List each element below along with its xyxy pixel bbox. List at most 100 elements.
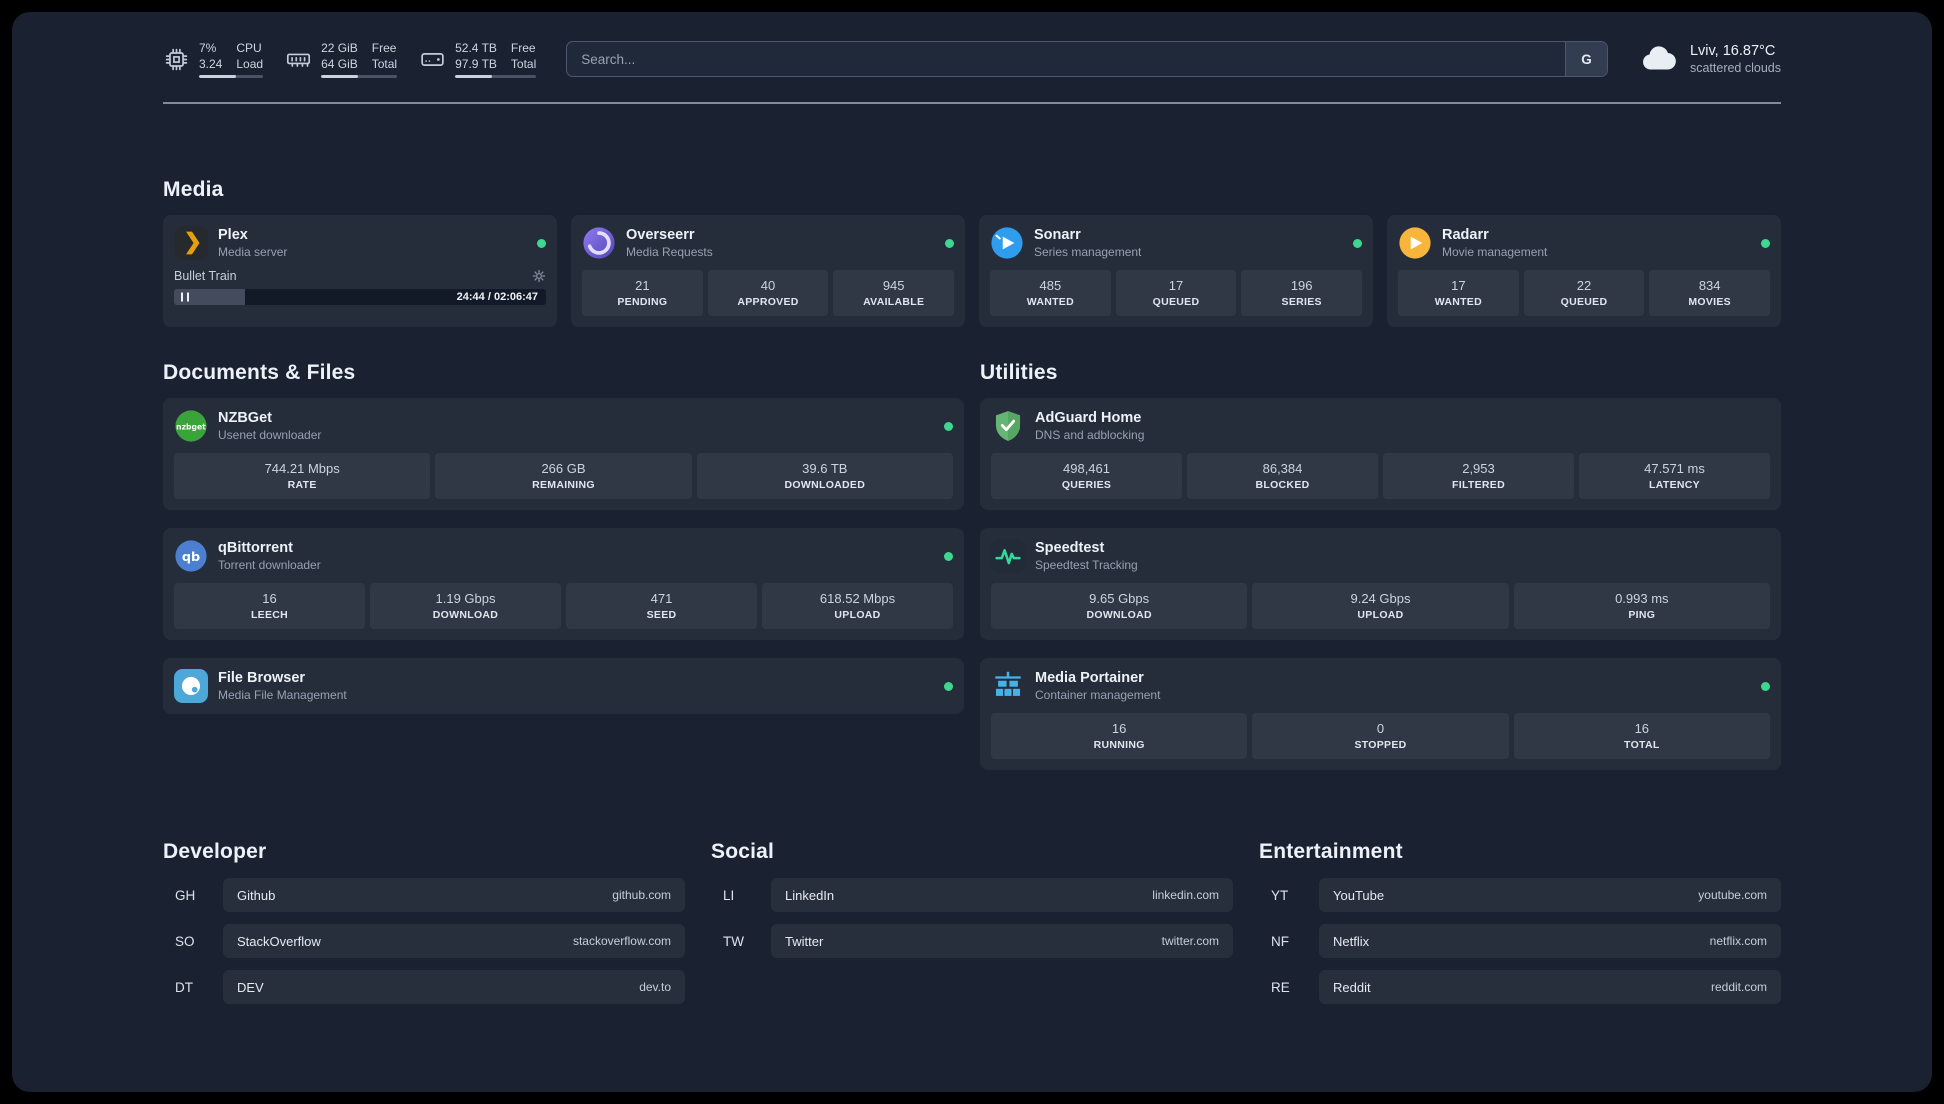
memory-icon <box>287 53 311 67</box>
adguard-icon <box>995 411 1021 441</box>
memory-label-2: Total <box>371 57 398 71</box>
bookmark-abbr: RE <box>1271 979 1290 995</box>
bookmark-name: LinkedIn <box>785 887 835 903</box>
bookmark-reddit[interactable]: RE Reddit reddit.com <box>1259 970 1781 1004</box>
pause-icon[interactable] <box>181 292 189 302</box>
weather-condition: scattered clouds <box>1689 61 1781 75</box>
bookmark-abbr: GH <box>175 887 196 903</box>
stat-pending: 21 PENDING <box>582 270 703 316</box>
service-card-portainer[interactable]: Media Portainer Container management 16 … <box>980 658 1781 770</box>
stat-remaining: 266 GB REMAINING <box>435 453 692 499</box>
filebrowser-icon <box>174 669 208 703</box>
bookmark-url: github.com <box>612 888 671 902</box>
stat-stopped: 0 STOPPED <box>1252 713 1509 759</box>
section-title-media: Media <box>163 178 224 201</box>
playback-progress-bar[interactable]: 24:44 / 02:06:47 <box>174 289 546 305</box>
stat-wanted: 485 WANTED <box>990 270 1111 316</box>
bookmark-stackoverflow[interactable]: SO StackOverflow stackoverflow.com <box>163 924 685 958</box>
search-input[interactable] <box>567 42 1565 76</box>
service-card-qbittorrent[interactable]: qb qBittorrent Torrent downloader 16 LEE… <box>163 528 964 640</box>
dashboard: 7% 3.24 CPU Load 22 GiB 64 GiB Free Tota… <box>12 12 1932 1092</box>
stat-latency: 47.571 ms LATENCY <box>1579 453 1770 499</box>
service-card-radarr[interactable]: Radarr Movie management 17 WANTED 22 QUE… <box>1387 215 1781 327</box>
stat-available: 945 AVAILABLE <box>833 270 955 316</box>
service-card-filebrowser[interactable]: File Browser Media File Management <box>163 658 964 714</box>
stat-queued: 22 QUEUED <box>1523 270 1645 316</box>
bookmark-netflix[interactable]: NF Netflix netflix.com <box>1259 924 1781 958</box>
section-title-entertainment: Entertainment <box>1259 840 1403 863</box>
bookmark-linkedin[interactable]: LI LinkedIn linkedin.com <box>711 878 1233 912</box>
bookmark-url: netflix.com <box>1709 934 1767 948</box>
section-media: Media Plex Media server Bullet Train 24:… <box>163 178 1781 327</box>
section-title-social: Social <box>711 840 775 863</box>
stat-wanted: 17 WANTED <box>1398 270 1519 316</box>
service-card-nzbget[interactable]: nzbget NZBGet Usenet downloader 744.21 M… <box>163 398 964 510</box>
service-name: qBittorrent <box>218 540 293 556</box>
service-description: Media Requests <box>626 245 713 259</box>
bookmark-abbr: YT <box>1271 887 1289 903</box>
service-card-adguard[interactable]: AdGuard Home DNS and adblocking 498,461 … <box>980 398 1781 510</box>
disk-label-2: Total <box>510 57 537 71</box>
radarr-icon <box>1399 227 1431 259</box>
section-title-developer: Developer <box>163 840 267 863</box>
portainer-icon <box>995 671 1021 696</box>
bookmark-url: linkedin.com <box>1152 888 1219 902</box>
top-bar: 7% 3.24 CPU Load 22 GiB 64 GiB Free Tota… <box>163 12 1781 80</box>
bookmark-group-social: Social LI LinkedIn linkedin.com TW Twitt… <box>711 840 1233 1016</box>
bookmark-name: Netflix <box>1333 933 1370 949</box>
service-name: NZBGet <box>218 410 272 426</box>
service-name: Radarr <box>1442 227 1489 243</box>
bookmark-abbr: DT <box>175 979 193 995</box>
bookmark-abbr: TW <box>723 933 744 949</box>
status-dot-online <box>537 238 546 248</box>
stat-filtered: 2,953 FILTERED <box>1383 453 1574 499</box>
cloud-icon <box>1643 46 1676 70</box>
bookmark-abbr: SO <box>175 933 195 949</box>
service-card-plex[interactable]: Plex Media server Bullet Train 24:44 / 0… <box>163 215 557 327</box>
bookmark-name: YouTube <box>1333 887 1385 903</box>
stat-series: 196 SERIES <box>1241 270 1363 316</box>
status-dot-online <box>1761 238 1770 248</box>
bookmark-dev[interactable]: DT DEV dev.to <box>163 970 685 1004</box>
service-card-overseerr[interactable]: Overseerr Media Requests 21 PENDING 40 A… <box>571 215 965 327</box>
service-description: DNS and adblocking <box>1035 428 1145 442</box>
stat-total: 16 TOTAL <box>1513 713 1770 759</box>
stat-approved: 40 APPROVED <box>707 270 829 316</box>
service-card-sonarr[interactable]: Sonarr Series management 485 WANTED 17 Q… <box>979 215 1373 327</box>
cpu-widget: 7% 3.24 CPU Load <box>163 40 264 78</box>
gear-icon[interactable] <box>532 269 546 283</box>
stat-running: 16 RUNNING <box>991 713 1248 759</box>
bookmark-group-developer: Developer GH Github github.com SO StackO… <box>163 840 685 1016</box>
disk-progress-bar <box>455 75 537 78</box>
bookmark-name: DEV <box>237 979 264 995</box>
stat-downloaded: 39.6 TB DOWNLOADED <box>696 453 953 499</box>
cpu-label-2: Load <box>236 57 264 71</box>
service-card-speedtest[interactable]: Speedtest Speedtest Tracking 9.65 Gbps D… <box>980 528 1781 640</box>
bookmark-github[interactable]: GH Github github.com <box>163 878 685 912</box>
stat-rate: 744.21 Mbps RATE <box>174 453 431 499</box>
search-bar: G <box>566 41 1608 77</box>
disk-label: Free <box>510 41 536 55</box>
service-description: Container management <box>1035 688 1161 702</box>
stat-ping: 0.993 ms PING <box>1513 583 1770 629</box>
service-name: Plex <box>218 227 248 243</box>
memory-progress-bar <box>321 75 398 78</box>
section-title-utilities: Utilities <box>980 361 1058 384</box>
speedtest-icon <box>991 539 1025 573</box>
bookmark-name: Reddit <box>1333 979 1371 995</box>
search-engine-button[interactable]: G <box>1564 42 1607 76</box>
sonarr-icon <box>991 227 1023 259</box>
service-name: Speedtest <box>1035 540 1105 556</box>
bookmark-name: Github <box>237 887 276 903</box>
bookmark-name: StackOverflow <box>237 933 321 949</box>
bookmark-youtube[interactable]: YT YouTube youtube.com <box>1259 878 1781 912</box>
service-name: Overseerr <box>626 227 695 243</box>
bookmark-url: stackoverflow.com <box>572 934 671 948</box>
stat-download: 9.65 Gbps DOWNLOAD <box>991 583 1248 629</box>
weather-location: Lviv, 16.87°C <box>1689 43 1776 59</box>
status-dot-online <box>1353 238 1362 248</box>
qbittorrent-icon: qb <box>175 540 207 572</box>
bookmark-twitter[interactable]: TW Twitter twitter.com <box>711 924 1233 958</box>
stat-movies: 834 MOVIES <box>1649 270 1771 316</box>
service-description: Media server <box>218 245 288 259</box>
